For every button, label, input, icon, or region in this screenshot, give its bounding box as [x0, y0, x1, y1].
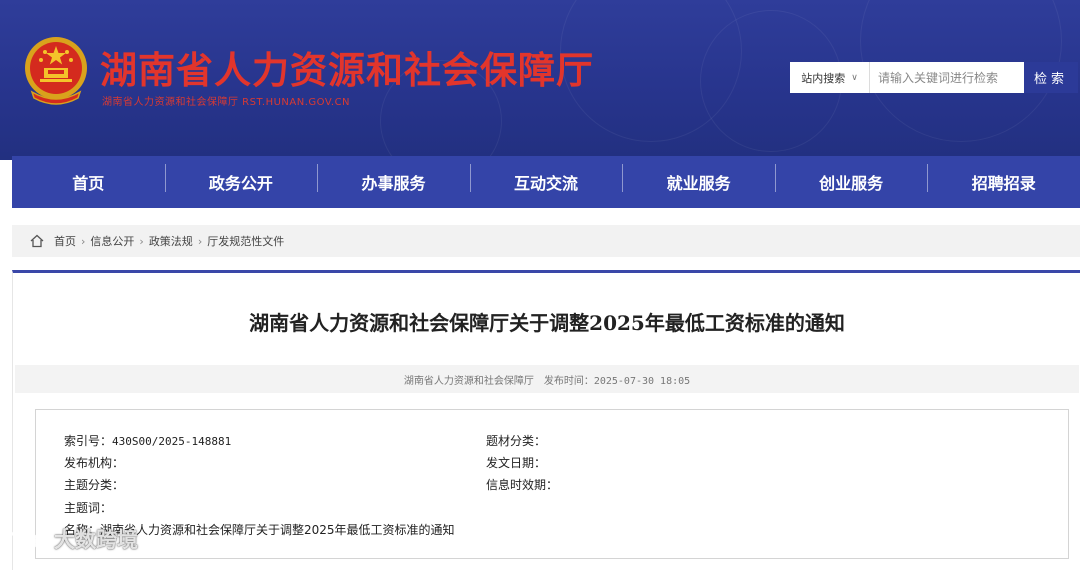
article-source: 湖南省人力资源和社会保障厅 — [403, 375, 534, 387]
watermark-logo-icon — [8, 529, 50, 550]
site-title[interactable]: 湖南省人力资源和社会保障厅 — [100, 40, 594, 94]
index-number-value: 430S00/2025-148881 — [112, 435, 232, 448]
site-header: 湖南省人力资源和社会保障厅 湖南省人力资源和社会保障厅 RST.HUNAN.GO… — [0, 0, 1080, 160]
article-title: 湖南省人力资源和社会保障厅关于调整2025年最低工资标准的通知 — [249, 311, 845, 335]
document-info-box: 索引号：430S00/2025-148881 题材分类： 发布机构： 发文日期：… — [35, 409, 1069, 559]
chevron-right-icon: › — [81, 234, 86, 248]
breadcrumb: 首页 › 信息公开 › 政策法规 › 厅发规范性文件 — [12, 225, 1080, 257]
nav-item-employment[interactable]: 就业服务 — [622, 164, 775, 194]
document-name-value: 湖南省人力资源和社会保障厅关于调整2025年最低工资标准的通知 — [100, 523, 455, 537]
search-box: 站内搜索 ∨ 检索 — [790, 62, 1078, 93]
search-scope-select[interactable]: 站内搜索 ∨ — [790, 62, 870, 93]
topic-class-label: 主题分类： — [64, 478, 125, 492]
breadcrumb-normative-documents[interactable]: 厅发规范性文件 — [207, 233, 284, 249]
publish-time-label: 发布时间： — [543, 375, 594, 387]
nav-item-home[interactable]: 首页 — [12, 170, 165, 194]
breadcrumb-home[interactable]: 首页 — [54, 233, 76, 249]
national-emblem-icon[interactable] — [22, 34, 90, 106]
breadcrumb-policies[interactable]: 政策法规 — [149, 233, 193, 249]
index-number-row: 索引号：430S00/2025-148881 — [64, 432, 231, 449]
home-icon[interactable] — [30, 234, 44, 248]
article-meta: 湖南省人力资源和社会保障厅 发布时间：2025-07-30 18:05 — [15, 365, 1079, 393]
keywords-label: 主题词： — [64, 501, 113, 515]
article-card: 湖南省人力资源和社会保障厅关于调整2025年最低工资标准的通知 湖南省人力资源和… — [12, 270, 1080, 570]
publish-time: 2025-07-30 18:05 — [593, 375, 691, 387]
chevron-down-icon: ∨ — [851, 72, 858, 83]
nav-item-government-affairs[interactable]: 政务公开 — [164, 164, 318, 194]
search-scope-label: 站内搜索 — [801, 71, 846, 85]
chevron-right-icon: › — [197, 234, 203, 248]
nav-item-interaction[interactable]: 互动交流 — [469, 164, 623, 194]
nav-item-services[interactable]: 办事服务 — [317, 164, 470, 194]
search-input[interactable] — [870, 62, 1024, 93]
index-number-label: 索引号： — [64, 434, 113, 448]
validity-label: 信息时效期： — [486, 478, 559, 492]
nav-item-recruitment[interactable]: 招聘招录 — [927, 164, 1080, 194]
category-label: 题材分类： — [486, 434, 547, 448]
nav-item-entrepreneurship[interactable]: 创业服务 — [774, 164, 928, 194]
breadcrumb-info-disclosure[interactable]: 信息公开 — [90, 233, 134, 249]
chevron-right-icon: › — [139, 234, 144, 248]
issuer-label: 发布机构： — [64, 456, 125, 470]
search-button[interactable]: 检索 — [1024, 62, 1078, 93]
watermark: 大数跨境 — [6, 524, 138, 554]
watermark-text: 大数跨境 — [54, 528, 138, 552]
site-subtitle: 湖南省人力资源和社会保障厅 RST.HUNAN.GOV.CN — [102, 97, 351, 108]
doc-date-label: 发文日期： — [486, 456, 547, 470]
main-nav: 首页 政务公开 办事服务 互动交流 就业服务 创业服务 招聘招录 — [12, 156, 1080, 208]
